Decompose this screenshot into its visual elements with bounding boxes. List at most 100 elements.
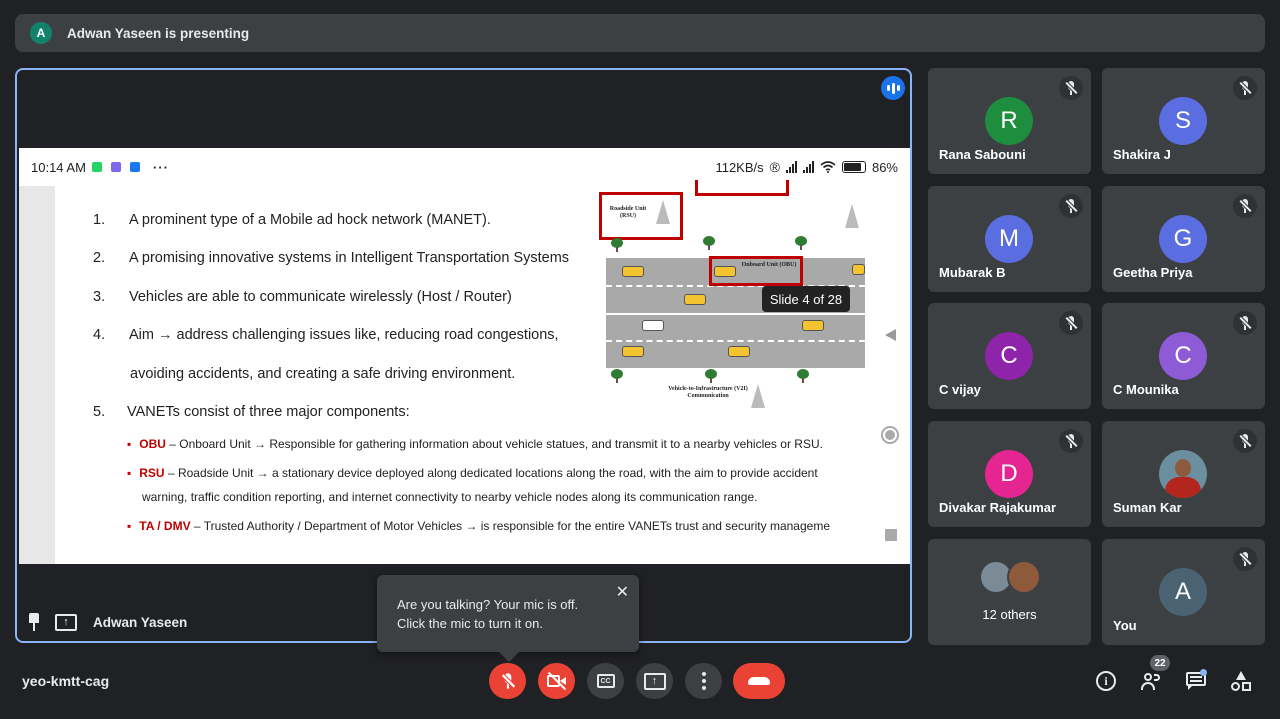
people-count-badge: 22: [1150, 655, 1170, 671]
car-icon: [622, 346, 644, 357]
participant-name: You: [1113, 618, 1137, 633]
participant-tile[interactable]: R Rana Sabouni: [928, 68, 1091, 174]
obu-label: Onboard Unit (OBU): [741, 262, 797, 268]
avatar: C: [985, 332, 1033, 380]
message-icon: [110, 162, 121, 172]
participant-name: Suman Kar: [1113, 500, 1182, 515]
home-nav-icon[interactable]: [881, 426, 899, 444]
car-icon: [622, 266, 644, 277]
presentation-icon: ↑: [55, 613, 77, 631]
avatar: S: [1159, 97, 1207, 145]
whatsapp-icon: [91, 162, 102, 172]
present-screen-icon: ↑: [643, 672, 666, 690]
hang-up-icon: [748, 677, 770, 685]
people-button[interactable]: [1139, 669, 1163, 693]
tree-icon: [795, 236, 807, 250]
car-icon: [728, 346, 750, 357]
back-nav-icon[interactable]: [885, 329, 896, 341]
mic-toggle-button[interactable]: [489, 663, 526, 699]
wifi-icon: [820, 161, 836, 173]
self-tile[interactable]: A You: [1102, 539, 1265, 645]
diagram-top-box: [695, 180, 789, 196]
presentation-stage[interactable]: 10:14 AM ··· 112KB/s ® 86% 1. A prominen…: [15, 68, 912, 643]
slide-list-item: 5. VANETs consist of three major componen…: [93, 404, 410, 420]
rsu-tower-icon: [656, 200, 670, 224]
participant-name: Divakar Rajakumar: [939, 500, 1057, 515]
avatar: C: [1159, 332, 1207, 380]
slide-list-item: 4. Aim → address challenging issues like,…: [93, 327, 559, 343]
participant-name: Geetha Priya: [1113, 265, 1193, 280]
captions-button[interactable]: CC: [587, 663, 624, 699]
avatar: R: [985, 97, 1033, 145]
slide-sub-item: warning, traffic condition reporting, an…: [142, 490, 758, 504]
presenting-text: Adwan Yaseen is presenting: [67, 25, 250, 41]
activities-icon: [1231, 671, 1251, 691]
camera-toggle-button[interactable]: [538, 663, 575, 699]
slide-sub-item: ▪ RSU – Roadside Unit → a stationary devi…: [127, 466, 818, 480]
tree-icon: [611, 369, 623, 383]
recents-nav-icon[interactable]: [885, 529, 897, 541]
network-speed: 112KB/s: [715, 159, 764, 175]
participant-tile[interactable]: D Divakar Rajakumar: [928, 421, 1091, 527]
tree-icon: [611, 238, 623, 252]
rsu-tower-icon: [751, 384, 765, 408]
slide-sub-item: ▪ TA / DMV – Trusted Authority / Departme…: [127, 519, 830, 533]
others-tile[interactable]: 12 others: [928, 539, 1091, 645]
mic-off-icon: [1059, 429, 1083, 453]
battery-icon: [841, 161, 866, 173]
participant-tile[interactable]: S Shakira J: [1102, 68, 1265, 174]
shared-screen: 10:14 AM ··· 112KB/s ® 86% 1. A prominen…: [19, 148, 910, 564]
car-icon: [852, 264, 865, 275]
battery-level: 86%: [871, 159, 898, 175]
registered-icon: ®: [769, 159, 780, 175]
people-icon: [1140, 672, 1162, 690]
slide-counter-tooltip: Slide 4 of 28: [762, 286, 850, 312]
mic-off-icon: [1233, 547, 1257, 571]
mic-off-icon: [1059, 194, 1083, 218]
close-icon[interactable]: ✕: [616, 583, 629, 602]
obu-box: [709, 256, 803, 286]
participant-tile[interactable]: M Mubarak B: [928, 186, 1091, 292]
avatar: M: [985, 215, 1033, 263]
stage-footer: ↑ Adwan Yaseen: [27, 613, 187, 631]
participant-name: C Mounika: [1113, 382, 1179, 397]
leave-call-button[interactable]: [733, 663, 785, 699]
slide-list-item: avoiding accidents, and creating a safe …: [130, 366, 516, 382]
signal-icon-2: [802, 161, 814, 173]
meeting-code: yeo-kmtt-cag: [22, 673, 110, 689]
avatar: G: [1159, 215, 1207, 263]
car-icon: [642, 320, 664, 331]
mic-off-toast: Are you talking? Your mic is off. Click …: [377, 575, 639, 662]
more-notifications-icon: ···: [152, 159, 169, 175]
present-button[interactable]: ↑: [636, 663, 673, 699]
slide-list-item: 2. A promising innovative systems in Inte…: [93, 250, 570, 266]
participant-tile[interactable]: C C Mounika: [1102, 303, 1265, 409]
slide-list-item: 3. Vehicles are able to communicate wirel…: [93, 289, 512, 305]
mic-off-icon: [1059, 76, 1083, 100]
participant-name: Shakira J: [1113, 147, 1171, 162]
others-count: 12 others: [982, 607, 1037, 622]
tree-icon: [703, 236, 715, 250]
signal-icon: [785, 161, 797, 173]
meeting-details-button[interactable]: i: [1094, 669, 1118, 693]
activities-button[interactable]: [1229, 669, 1253, 693]
slide-list-item: 1. A prominent type of a Mobile ad hock n…: [93, 212, 491, 228]
more-options-button[interactable]: [685, 663, 722, 699]
presenter-name: Adwan Yaseen: [93, 614, 188, 630]
pin-icon[interactable]: [27, 613, 41, 631]
participant-name: Rana Sabouni: [939, 147, 1026, 162]
more-vert-icon: [701, 672, 706, 690]
mic-off-icon: [501, 673, 515, 689]
v2i-label: Vehicle-to-Infrastructure (V2I) Communic…: [668, 386, 748, 399]
slide-sub-item: ▪ OBU – Onboard Unit → Responsible for ga…: [127, 437, 823, 451]
camera-off-icon: [546, 671, 567, 691]
facebook-icon: [129, 162, 140, 172]
avatar-photo: [1159, 450, 1207, 498]
chat-notification-dot: [1200, 669, 1207, 676]
participant-tile[interactable]: G Geetha Priya: [1102, 186, 1265, 292]
car-icon: [684, 294, 706, 305]
participant-tile[interactable]: C C vijay: [928, 303, 1091, 409]
toast-line-2: Click the mic to turn it on.: [397, 616, 543, 631]
participant-tile[interactable]: Suman Kar: [1102, 421, 1265, 527]
mic-off-icon: [1233, 311, 1257, 335]
